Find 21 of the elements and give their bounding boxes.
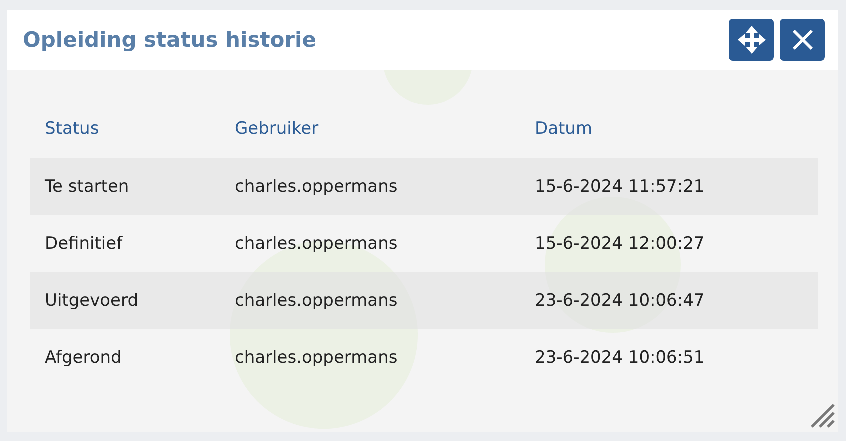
table-cell: Afgerond [30, 329, 220, 386]
close-icon [790, 28, 814, 52]
table-cell: charles.oppermans [220, 158, 520, 215]
table-cell: 23-6-2024 10:06:51 [520, 329, 818, 386]
column-header: Status [30, 100, 220, 158]
table-cell: Uitgevoerd [30, 272, 220, 329]
table-cell: Te starten [30, 158, 220, 215]
move-button[interactable] [729, 19, 774, 61]
table-cell: charles.oppermans [220, 215, 520, 272]
column-header: Gebruiker [220, 100, 520, 158]
column-header: Datum [520, 100, 818, 158]
resize-grip-icon [810, 403, 836, 429]
move-arrows-icon [736, 25, 766, 55]
close-button[interactable] [780, 19, 825, 61]
dialog-title: Opleiding status historie [23, 28, 316, 52]
table-cell: charles.oppermans [220, 329, 520, 386]
table-cell: 15-6-2024 12:00:27 [520, 215, 818, 272]
table-cell: 23-6-2024 10:06:47 [520, 272, 818, 329]
table-cell: 15-6-2024 11:57:21 [520, 158, 818, 215]
table-cell: charles.oppermans [220, 272, 520, 329]
table-cell: Definitief [30, 215, 220, 272]
